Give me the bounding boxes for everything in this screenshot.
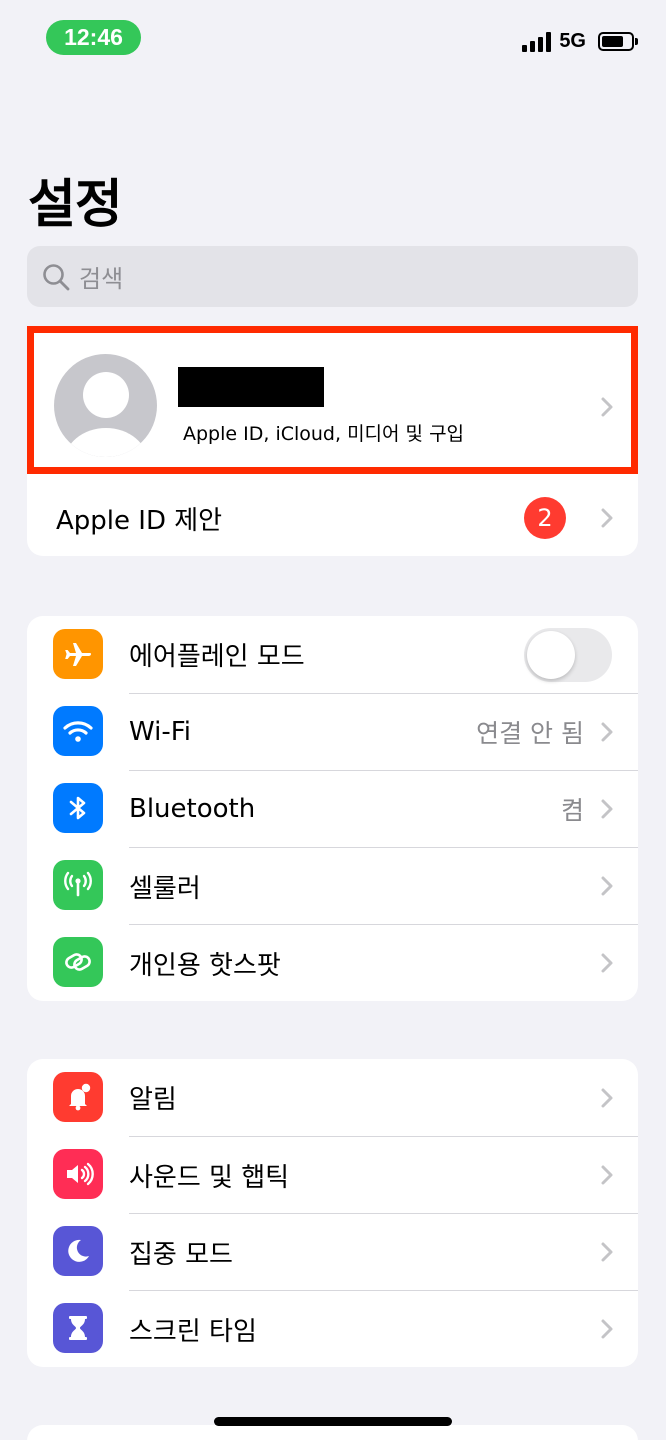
chevron-right-icon <box>601 397 613 417</box>
notifications-icon <box>53 1072 103 1122</box>
network-settings-group: 에어플레인 모드 Wi-Fi 연결 안 됨 Bluetooth 켬 셀룰러 개인… <box>27 616 638 1001</box>
airplane-icon <box>53 629 103 679</box>
chevron-right-icon <box>601 508 613 528</box>
next-settings-group <box>27 1425 638 1440</box>
row-label: 에어플레인 모드 <box>129 642 305 672</box>
row-label: 집중 모드 <box>129 1239 233 1270</box>
row-screen-time[interactable]: 스크린 타임 <box>27 1290 638 1367</box>
search-field[interactable]: 검색 <box>27 246 638 307</box>
wifi-icon <box>53 706 103 756</box>
page-title: 설정 <box>28 175 123 235</box>
chevron-right-icon <box>601 1088 613 1107</box>
wifi-status: 연결 안 됨 <box>476 719 584 748</box>
row-sounds-haptics[interactable]: 사운드 및 햅틱 <box>27 1136 638 1213</box>
airplane-mode-toggle[interactable] <box>524 627 612 682</box>
status-time[interactable]: 12:46 <box>46 20 141 55</box>
home-indicator[interactable] <box>214 1417 452 1426</box>
avatar <box>54 354 157 457</box>
row-wifi[interactable]: Wi-Fi 연결 안 됨 <box>27 693 638 770</box>
signal-strength-icon <box>522 31 552 52</box>
row-notifications[interactable]: 알림 <box>27 1059 638 1136</box>
chevron-right-icon <box>601 953 613 973</box>
row-label: 스크린 타임 <box>129 1316 257 1347</box>
profile-subtitle: Apple ID, iCloud, 미디어 및 구입 <box>183 423 465 445</box>
chevron-right-icon <box>601 799 613 819</box>
bluetooth-icon <box>53 783 103 833</box>
apple-id-suggestions-row[interactable]: Apple ID 제안 2 <box>27 480 638 556</box>
status-bar: 12:46 5G <box>0 0 666 80</box>
row-label: 사운드 및 햅틱 <box>129 1162 290 1193</box>
row-bluetooth[interactable]: Bluetooth 켬 <box>27 770 638 847</box>
chevron-right-icon <box>601 1319 613 1339</box>
hotspot-icon <box>53 937 103 987</box>
row-label: 알림 <box>129 1085 177 1115</box>
search-placeholder: 검색 <box>79 265 124 293</box>
apple-id-suggestions-label: Apple ID 제안 <box>56 505 223 536</box>
row-focus[interactable]: 집중 모드 <box>27 1213 638 1290</box>
search-icon <box>43 263 70 290</box>
chevron-right-icon <box>601 722 613 742</box>
network-type: 5G <box>559 30 586 52</box>
row-label: Wi-Fi <box>129 717 192 747</box>
hourglass-icon <box>53 1303 103 1353</box>
row-airplane-mode[interactable]: 에어플레인 모드 <box>27 616 638 693</box>
status-indicators: 5G <box>522 30 638 53</box>
chevron-right-icon <box>601 1242 613 1262</box>
battery-icon <box>598 32 638 51</box>
profile-group: Apple ID, iCloud, 미디어 및 구입 Apple ID 제안 2 <box>27 326 638 556</box>
row-personal-hotspot[interactable]: 개인용 핫스팟 <box>27 924 638 1001</box>
notification-badge: 2 <box>524 497 566 539</box>
apple-id-profile-row[interactable]: Apple ID, iCloud, 미디어 및 구입 <box>27 326 638 478</box>
cellular-icon <box>53 860 103 910</box>
notification-settings-group: 알림 사운드 및 햅틱 집중 모드 스크린 타임 <box>27 1059 638 1367</box>
moon-icon <box>53 1226 103 1276</box>
row-label: 셀룰러 <box>129 873 201 904</box>
sound-icon <box>53 1149 103 1199</box>
row-cellular[interactable]: 셀룰러 <box>27 847 638 924</box>
chevron-right-icon <box>601 1165 613 1185</box>
row-label: Bluetooth <box>129 794 256 824</box>
profile-name-redacted <box>178 367 324 407</box>
chevron-right-icon <box>601 876 613 896</box>
row-label: 개인용 핫스팟 <box>129 950 281 981</box>
bluetooth-status: 켬 <box>560 796 584 825</box>
